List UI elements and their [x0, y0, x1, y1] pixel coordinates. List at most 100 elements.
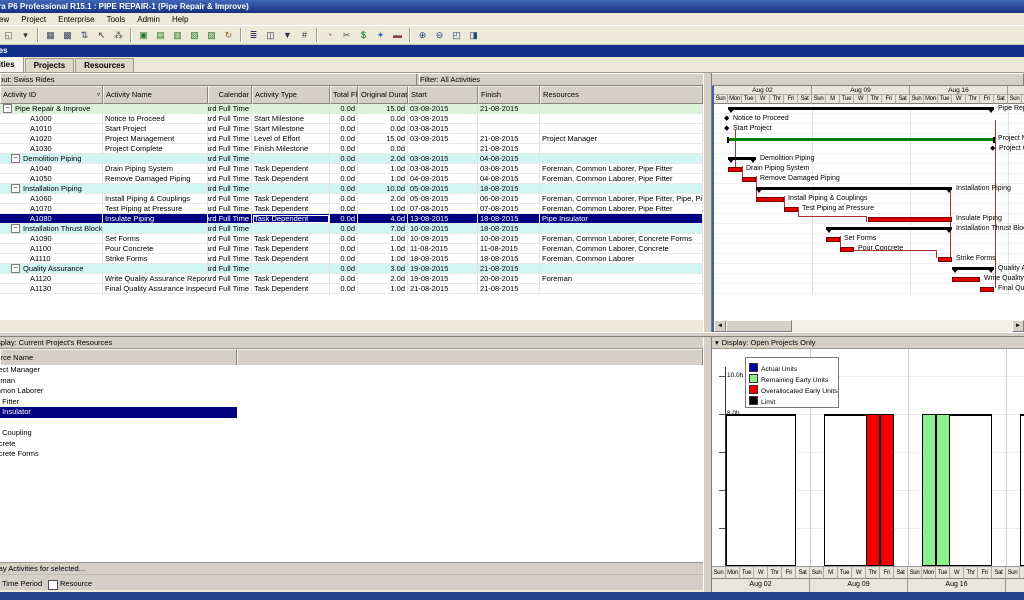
activity-table-icon[interactable]: ▥: [169, 28, 186, 43]
task-bar[interactable]: [952, 277, 980, 282]
columns-icon[interactable]: ≣: [245, 28, 262, 43]
pane-splitter-vertical[interactable]: [703, 73, 712, 332]
group-row[interactable]: −Quality AssuranceStandard Full Time0.0d…: [0, 264, 703, 274]
column-header-activity-type[interactable]: Activity Type: [252, 86, 330, 104]
activity-row[interactable]: A1090Set FormsStandard Full TimeTask Dep…: [0, 234, 703, 244]
group-sort-icon[interactable]: ▩: [59, 28, 76, 43]
activity-row[interactable]: A1000Notice to ProceedStandard Full Time…: [0, 114, 703, 124]
gantt-timescale-header[interactable]: Aug 02Aug 09Aug 16SunMonTueWThrFriSatSun…: [712, 86, 1024, 104]
milestone-icon[interactable]: ◆: [990, 145, 995, 153]
pane-icon[interactable]: ◨: [465, 28, 482, 43]
collapse-box-icon[interactable]: −: [3, 104, 12, 113]
collapse-chevron-icon[interactable]: ▾: [715, 338, 719, 347]
sort-icon[interactable]: ⇅: [76, 28, 93, 43]
task-bar[interactable]: [938, 257, 952, 262]
collapse-box-icon[interactable]: −: [11, 264, 20, 273]
activity-row[interactable]: A1080Insulate PipingStandard Full TimeTa…: [0, 214, 703, 224]
milestone-icon[interactable]: ◆: [724, 125, 729, 133]
milestone-icon[interactable]: ◆: [724, 115, 729, 123]
column-header-finish[interactable]: Finish: [478, 86, 540, 104]
title-bar[interactable]: Primavera P6 Professional R15.1 : PIPE R…: [0, 0, 1024, 13]
histogram-panel-header[interactable]: ▾Display: Open Projects Only: [712, 337, 1024, 349]
menu-admin[interactable]: Admin: [131, 15, 166, 24]
spreadsheet-icon[interactable]: ▦: [42, 28, 59, 43]
usage-profile-icon[interactable]: ▨: [203, 28, 220, 43]
menu-project[interactable]: Project: [15, 15, 52, 24]
filter-icon[interactable]: ▼: [279, 28, 296, 43]
group-row[interactable]: −Demolition PipingStandard Full Time0.0d…: [0, 154, 703, 164]
resources-panel-header[interactable]: Display: Current Project's Resources: [0, 337, 710, 349]
activity-row[interactable]: A1040Drain Piping SystemStandard Full Ti…: [0, 164, 703, 174]
activity-row[interactable]: A1130Final Quality Assurance InspectionS…: [0, 284, 703, 294]
schedule-icon[interactable]: ◔: [321, 28, 338, 43]
menu-enterprise[interactable]: Enterprise: [52, 15, 100, 24]
line-numbers-icon[interactable]: #: [296, 28, 313, 43]
tab-activities[interactable]: Activities: [0, 57, 24, 72]
task-bar[interactable]: [784, 207, 798, 212]
gantt-horizontal-scrollbar[interactable]: ◄►: [712, 320, 1024, 332]
cut-icon[interactable]: ✂: [338, 28, 355, 43]
scroll-right-button[interactable]: ►: [1012, 320, 1024, 332]
menu-help[interactable]: Help: [166, 15, 194, 24]
add-activity-icon[interactable]: ▣: [135, 28, 152, 43]
group-row[interactable]: −Installation Thrust BlockStandard Full …: [0, 224, 703, 234]
refresh-icon[interactable]: ↻: [220, 28, 237, 43]
layout-icon[interactable]: ◱: [0, 28, 17, 43]
collapse-box-icon[interactable]: −: [11, 184, 20, 193]
column-header-original-duration[interactable]: Original Duration: [358, 86, 408, 104]
tab-resources[interactable]: Resources: [75, 58, 134, 72]
collapse-box-icon[interactable]: −: [11, 154, 20, 163]
resource-row[interactable]: Common Laborer: [0, 386, 703, 397]
resource-row[interactable]: Concrete: [0, 439, 703, 450]
resource-row[interactable]: Project Manager: [0, 365, 703, 376]
column-header-start[interactable]: Start: [408, 86, 478, 104]
resource-row[interactable]: Pipe Coupling: [0, 428, 703, 439]
summary-bar[interactable]: [728, 107, 994, 110]
resource-row[interactable]: Concrete Forms: [0, 449, 703, 460]
menu-view[interactable]: View: [0, 15, 15, 24]
tab-projects[interactable]: Projects: [25, 58, 75, 72]
level-of-effort-bar[interactable]: [728, 138, 994, 141]
task-bar[interactable]: [826, 237, 840, 242]
column-header-activity-id[interactable]: Activity ID ▿: [0, 86, 103, 104]
pane-splitter-vertical-bottom[interactable]: [703, 337, 712, 592]
task-bar[interactable]: [980, 287, 994, 292]
activity-row[interactable]: A1100Pour ConcreteStandard Full TimeTask…: [0, 244, 703, 254]
layout-options-icon[interactable]: ▾: [17, 28, 34, 43]
select-icon[interactable]: ↖: [93, 28, 110, 43]
scroll-thumb[interactable]: [726, 320, 792, 332]
resource-row[interactable]: Pipe Fitter: [0, 397, 703, 408]
collapse-box-icon[interactable]: −: [11, 224, 20, 233]
activity-details-icon[interactable]: ▤: [152, 28, 169, 43]
column-header-activity-name[interactable]: Activity Name: [103, 86, 208, 104]
task-bar[interactable]: [742, 177, 756, 182]
column-header-calendar[interactable]: Calendar: [208, 86, 252, 104]
zoom-in-icon[interactable]: ⊕: [414, 28, 431, 43]
summary-bar[interactable]: [756, 187, 952, 190]
zoom-out-icon[interactable]: ⊖: [431, 28, 448, 43]
display-activities-bar[interactable]: Display Activities for selected...: [0, 563, 703, 575]
resource-checkbox[interactable]: [48, 580, 58, 590]
group-row[interactable]: −Pipe Repair & ImproveStandard Full Time…: [0, 104, 703, 114]
activity-row[interactable]: A1030Project CompleteStandard Full TimeF…: [0, 144, 703, 154]
assign-resource-icon[interactable]: ✦: [372, 28, 389, 43]
gantt-chart-icon[interactable]: ▧: [186, 28, 203, 43]
group-row[interactable]: −Installation PipingStandard Full Time0.…: [0, 184, 703, 194]
progress-icon[interactable]: ▬: [389, 28, 406, 43]
task-bar[interactable]: [728, 167, 742, 172]
scroll-left-button[interactable]: ◄: [714, 320, 726, 332]
resource-row[interactable]: Pipe: [0, 418, 703, 429]
menu-tools[interactable]: Tools: [101, 15, 132, 24]
task-bar[interactable]: [756, 197, 784, 202]
fit-time-scale-icon[interactable]: ◰: [448, 28, 465, 43]
summary-bar[interactable]: [826, 227, 952, 230]
activity-row[interactable]: A1050Remove Damaged PipingStandard Full …: [0, 174, 703, 184]
task-bar[interactable]: [868, 217, 952, 222]
task-bar[interactable]: [840, 247, 854, 252]
split-view-icon[interactable]: ◫: [262, 28, 279, 43]
activity-row[interactable]: A1010Start ProjectStandard Full TimeStar…: [0, 124, 703, 134]
activity-row[interactable]: A1020Project ManagementStandard Full Tim…: [0, 134, 703, 144]
cost-icon[interactable]: $: [355, 28, 372, 43]
column-header-resources[interactable]: Resources: [540, 86, 703, 104]
resource-row[interactable]: Pipe Insulator: [0, 407, 703, 418]
